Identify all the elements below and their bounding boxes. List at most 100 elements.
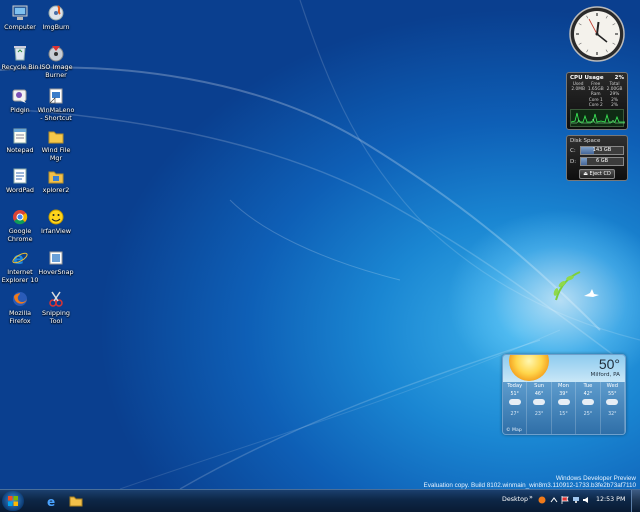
desktop-icon-chrome[interactable]: Google Chrome <box>0 208 40 243</box>
forecast-day: Sun 46° 23° <box>527 382 552 434</box>
winmaclean-icon <box>47 87 65 105</box>
desktop-icon-computer[interactable]: Computer <box>0 4 40 32</box>
drive-value: 6 GB <box>595 158 609 164</box>
wind-file-mgr-icon <box>47 127 65 145</box>
weather-current: 50° Milford, PA <box>503 355 625 382</box>
drive-letter: D: <box>570 158 577 165</box>
cpu-usage-gadget[interactable]: CPU Usage 2% Used Free Total 2.0MB 1.65G… <box>566 72 628 130</box>
cloud-icon <box>533 399 546 405</box>
network-icon[interactable] <box>572 496 580 504</box>
desktop-icon-label: ImgBurn <box>42 23 70 31</box>
day-name: Today <box>507 383 523 389</box>
cpu-title: CPU Usage <box>570 75 604 81</box>
day-name: Mon <box>558 383 569 389</box>
desktop-icon-iso-burner[interactable]: ISO Image Burner <box>36 44 76 79</box>
day-low: 32° <box>608 412 617 417</box>
desktop-icon-label: Mozilla Firefox <box>8 309 32 325</box>
day-high: 51° <box>510 392 519 397</box>
weather-gadget[interactable]: 50° Milford, PA Today 51° 27° Sun 46° 23… <box>502 354 626 435</box>
location-label: Milford, PA <box>590 372 620 378</box>
desktop-icon-label: WordPad <box>6 186 34 194</box>
forecast-day: Today 51° 27° <box>503 382 528 434</box>
show-desktop-button[interactable] <box>631 490 640 512</box>
cloud-icon <box>581 399 594 405</box>
snipping-tool-icon <box>47 290 65 308</box>
clock-gadget[interactable] <box>568 4 626 64</box>
clock-time[interactable]: 12:53 PM <box>596 496 625 503</box>
desktop-icon-hoversnap[interactable]: HoverSnap <box>36 249 76 277</box>
desktop-icon-label: Wind File Mgr <box>41 146 71 162</box>
wordpad-icon <box>11 167 29 185</box>
snow-cloud-icon <box>557 399 570 405</box>
volume-icon[interactable] <box>583 496 591 504</box>
taskbar-explorer-button[interactable] <box>64 492 88 510</box>
desktop-icon-pidgin[interactable]: Pidgin <box>0 87 40 115</box>
hoversnap-icon <box>47 249 65 267</box>
desktop-icon-label: Pidgin <box>10 106 30 114</box>
cloud-icon <box>508 399 521 405</box>
imgburn-icon <box>47 4 65 22</box>
sun-icon <box>509 355 549 381</box>
drive-bar: 6 GB <box>580 157 624 166</box>
desktop-icon-label: Notepad <box>6 146 34 154</box>
desktop-icon-wind-file-mgr[interactable]: Wind File Mgr <box>36 127 76 162</box>
tray-orange-icon[interactable] <box>538 496 546 504</box>
forecast-day: Tue 42° 25° <box>576 382 601 434</box>
current-temp: 50° <box>598 356 620 372</box>
recycle-bin-icon <box>11 44 29 62</box>
desktop-icon-xplorer2[interactable]: xplorer2 <box>36 167 76 195</box>
disk-space-gadget[interactable]: Disk Space C: 143 GB D: 6 GB ⏏ Eject CD <box>566 135 628 181</box>
desktop-icon-label: Computer <box>4 23 36 31</box>
desktop-icon-notepad[interactable]: Notepad <box>0 127 40 155</box>
windows-logo-icon <box>8 496 18 506</box>
desktop-icon-wordpad[interactable]: WordPad <box>0 167 40 195</box>
irfanview-icon <box>47 208 65 226</box>
desktop-icon-label: IrfanView <box>41 227 71 235</box>
toolbar-chevron[interactable]: » <box>529 494 533 501</box>
xplorer2-icon <box>47 167 65 185</box>
watermark-title: Windows Developer Preview <box>555 475 636 482</box>
firefox-icon <box>11 290 29 308</box>
desktop-icon-recycle-bin[interactable]: Recycle Bin <box>0 44 40 72</box>
computer-icon <box>11 4 29 22</box>
day-name: Tue <box>583 383 593 389</box>
day-low: 23° <box>534 412 544 417</box>
core2-value: 2% <box>611 102 618 108</box>
desktop-icon-ie[interactable]: e Internet Explorer 10 <box>0 249 40 284</box>
cpu-percent: 2% <box>614 75 624 81</box>
desktop-icon-irfanview[interactable]: IrfanView <box>36 208 76 236</box>
day-high: 39° <box>559 392 568 397</box>
taskbar-ie-button[interactable]: e <box>40 492 64 510</box>
eject-cd-button[interactable]: ⏏ Eject CD <box>579 169 615 179</box>
forecast-day: Wed 55° 32° <box>601 382 625 434</box>
map-link[interactable]: © Map <box>506 428 522 433</box>
svg-text:e: e <box>47 495 55 509</box>
eject-label: Eject CD <box>589 171 611 177</box>
desktop-icon-label: Snipping Tool <box>42 309 70 325</box>
clock-face <box>569 6 625 62</box>
desktop-icon-winmaclean[interactable]: WinMaLeno - Shortcut <box>36 87 76 122</box>
desktop-icon-label: Google Chrome <box>7 227 33 243</box>
cpu-stats-table: Used Free Total 2.0MB 1.65GB 2.00GB Ram … <box>570 82 624 108</box>
cpu-graph-lines <box>570 112 625 124</box>
chrome-icon <box>11 208 29 226</box>
desktop-icon-snipping-tool[interactable]: Snipping Tool <box>36 290 76 325</box>
day-low: 27° <box>510 412 519 417</box>
day-low: 15° <box>559 412 568 417</box>
day-high: 55° <box>608 392 617 397</box>
desktop-icon-imgburn[interactable]: ImgBurn <box>36 4 76 32</box>
desktop-icon-label: Recycle Bin <box>1 63 39 71</box>
drive-row-d: D: 6 GB <box>570 157 624 166</box>
desktop-icon-firefox[interactable]: Mozilla Firefox <box>0 290 40 325</box>
mem-used: 2.0MB <box>571 87 585 93</box>
start-button[interactable] <box>2 491 24 511</box>
action-center-flag-icon[interactable] <box>561 496 569 504</box>
weather-forecast: Today 51° 27° Sun 46° 23° Mon 39° 15° Tu… <box>503 382 625 434</box>
show-hidden-icons-icon[interactable] <box>550 496 558 504</box>
taskbar: e Desktop » 12:53 PM <box>0 489 640 512</box>
drive-value: 143 GB <box>592 147 612 153</box>
desktop-toolbar-label[interactable]: Desktop <box>502 496 528 503</box>
ie-icon: e <box>11 249 29 268</box>
notepad-icon <box>11 127 29 145</box>
day-name: Sun <box>534 383 545 389</box>
